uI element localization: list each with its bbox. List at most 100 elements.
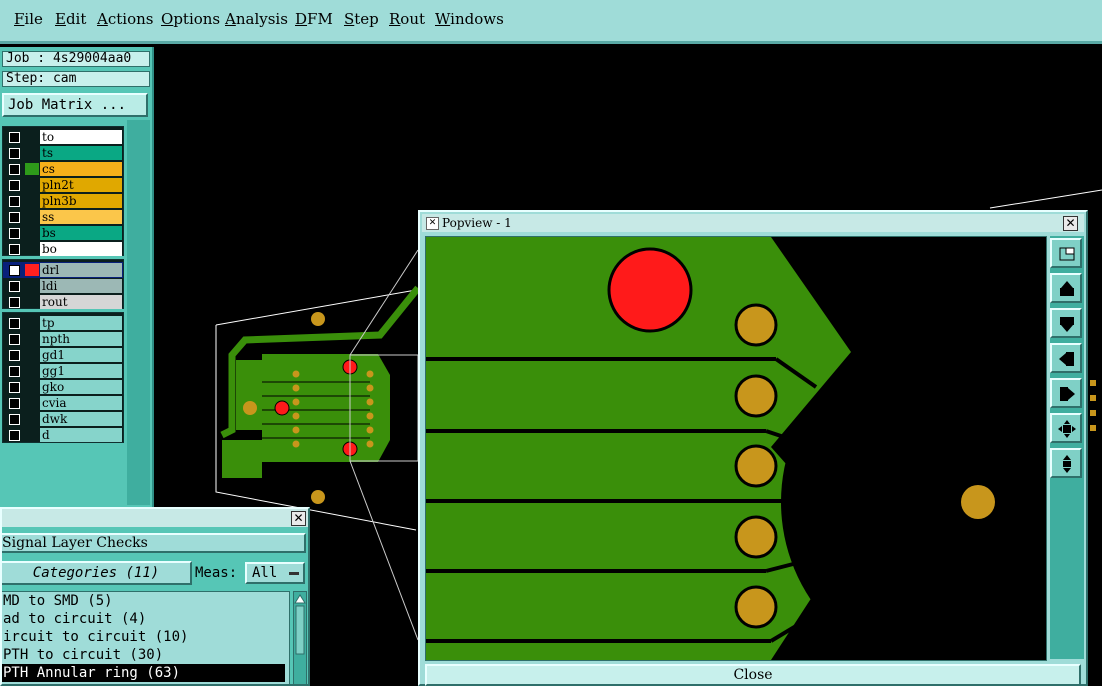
layer-color-swatch — [25, 397, 39, 409]
layer-row-bs[interactable]: bs — [3, 225, 123, 241]
check-category-item[interactable]: ad to circuit (4) — [2, 610, 285, 628]
meas-label: Meas: — [195, 565, 238, 581]
layer-name: bo — [40, 242, 122, 256]
layer-list-scrollbar[interactable] — [127, 120, 150, 505]
layer-row-drl[interactable]: drl — [3, 262, 123, 278]
layer-name: pln3b — [40, 194, 122, 208]
layer-row-cvia[interactable]: cvia — [3, 395, 123, 411]
signal-layer-checks-window: ✕ Signal Layer Checks Categories (11) Me… — [0, 507, 310, 686]
toolbar-button-zoom-home[interactable] — [1050, 448, 1082, 478]
popview-titlebar[interactable]: ✕ Popview - 1 ✕ — [422, 214, 1084, 232]
layer-row-cs[interactable]: cs — [3, 161, 123, 177]
board-layer-group: to ts cs pln2t pln3b ss bs bo — [2, 126, 124, 256]
layer-color-swatch — [25, 280, 39, 292]
layer-checkbox[interactable] — [9, 350, 20, 361]
layer-name: bs — [40, 226, 122, 240]
layer-checkbox[interactable] — [9, 366, 20, 377]
layer-checkbox[interactable] — [9, 148, 20, 159]
toolbar-button-zoom-fit[interactable] — [1050, 413, 1082, 443]
layer-panel: Job : 4s29004aa0 Step: cam Job Matrix ..… — [0, 47, 154, 507]
layer-color-swatch — [25, 195, 39, 207]
layer-row-ts[interactable]: ts — [3, 145, 123, 161]
layer-color-swatch — [25, 333, 39, 345]
toolbar-button-pan-down[interactable] — [1050, 308, 1082, 338]
layer-checkbox[interactable] — [9, 212, 20, 223]
layer-checkbox[interactable] — [9, 297, 20, 308]
layer-checkbox[interactable] — [9, 334, 20, 345]
layer-checkbox[interactable] — [9, 382, 20, 393]
check-list-scrollbar[interactable] — [293, 591, 307, 684]
popview-close-icon[interactable]: ✕ — [1063, 216, 1078, 231]
check-category-item[interactable]: MD to SMD (5) — [2, 592, 285, 610]
layer-row-npth[interactable]: npth — [3, 331, 123, 347]
layer-name: drl — [40, 263, 122, 277]
layer-checkbox[interactable] — [9, 164, 20, 175]
layer-checkbox[interactable] — [9, 318, 20, 329]
layer-row-bo[interactable]: bo — [3, 241, 123, 257]
zoom-fit-icon — [1058, 420, 1076, 438]
layer-row-gg1[interactable]: gg1 — [3, 363, 123, 379]
layer-name: gd1 — [40, 348, 122, 362]
layer-name: d — [40, 428, 122, 442]
window-menu-icon[interactable]: ✕ — [426, 217, 439, 230]
layer-checkbox[interactable] — [9, 281, 20, 292]
layer-name: ts — [40, 146, 122, 160]
layer-row-to[interactable]: to — [3, 129, 123, 145]
layer-row-ss[interactable]: ss — [3, 209, 123, 225]
layer-color-swatch — [25, 349, 39, 361]
step-label: Step: cam — [2, 71, 150, 87]
layer-row-rout[interactable]: rout — [3, 294, 123, 310]
check-category-item[interactable]: PTH Annular ring (63) — [2, 664, 285, 682]
layer-row-gd1[interactable]: gd1 — [3, 347, 123, 363]
scroll-arrow-up-icon — [294, 594, 306, 655]
layer-checkbox[interactable] — [9, 132, 20, 143]
pan-up-icon — [1060, 281, 1074, 296]
check-category-list: MD to SMD (5) ad to circuit (4) ircuit to … — [2, 591, 290, 684]
layer-name: ss — [40, 210, 122, 224]
toolbar-button-pan-right[interactable] — [1050, 378, 1082, 408]
toolbar-button-pan-left[interactable] — [1050, 343, 1082, 373]
layer-checkbox[interactable] — [9, 265, 20, 276]
check-category-item[interactable]: PTH to circuit (30) — [2, 646, 285, 664]
job-matrix-button[interactable]: Job Matrix ... — [2, 93, 148, 117]
layer-checkbox[interactable] — [9, 398, 20, 409]
layer-row-gko[interactable]: gko — [3, 379, 123, 395]
layer-checkbox[interactable] — [9, 228, 20, 239]
layer-checkbox[interactable] — [9, 430, 20, 441]
check-category-item[interactable]: ircuit to circuit (10) — [2, 628, 285, 646]
layer-row-ldi[interactable]: ldi — [3, 278, 123, 294]
popview-toolbar — [1050, 236, 1084, 659]
layer-row-pln2t[interactable]: pln2t — [3, 177, 123, 193]
layer-name: ldi — [40, 279, 122, 293]
layer-color-swatch — [25, 163, 39, 175]
zoom-window-icon — [1059, 247, 1075, 261]
popview-close-button[interactable]: Close — [425, 664, 1081, 686]
toolbar-button-pan-up[interactable] — [1050, 273, 1082, 303]
layer-checkbox[interactable] — [9, 414, 20, 425]
layer-name: cs — [40, 162, 122, 176]
layer-color-swatch — [25, 264, 39, 276]
layer-checkbox[interactable] — [9, 180, 20, 191]
layer-checkbox[interactable] — [9, 196, 20, 207]
toolbar-button-zoom-window[interactable] — [1050, 238, 1082, 268]
layer-row-d[interactable]: d — [3, 427, 123, 443]
layer-color-swatch — [25, 365, 39, 377]
drill-layer-group: drl ldi rout — [2, 259, 124, 309]
layer-row-pln3b[interactable]: pln3b — [3, 193, 123, 209]
signal-window-titlebar[interactable] — [2, 509, 308, 527]
layer-color-swatch — [25, 179, 39, 191]
layer-color-swatch — [25, 227, 39, 239]
layer-row-tp[interactable]: tp — [3, 315, 123, 331]
popview-title: Popview - 1 — [442, 216, 512, 230]
popview-canvas[interactable] — [425, 236, 1047, 661]
layer-checkbox[interactable] — [9, 244, 20, 255]
layer-row-dwk[interactable]: dwk — [3, 411, 123, 427]
signal-window-close-icon[interactable]: ✕ — [291, 511, 306, 526]
categories-button[interactable]: Categories (11) — [2, 561, 192, 585]
layer-name: to — [40, 130, 122, 144]
layer-color-swatch — [25, 243, 39, 255]
layer-name: gg1 — [40, 364, 122, 378]
zoom-home-icon — [1063, 455, 1071, 473]
meas-select[interactable]: All — [245, 562, 305, 584]
layer-color-swatch — [25, 296, 39, 308]
